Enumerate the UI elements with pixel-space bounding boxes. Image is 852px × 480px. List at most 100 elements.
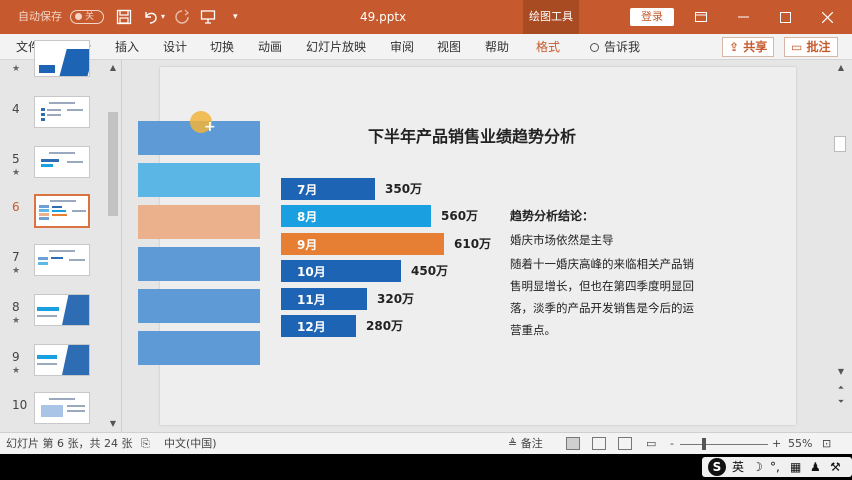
thumbnail-4[interactable]: 4: [0, 96, 106, 140]
bar-2[interactable]: 8月: [281, 205, 431, 227]
taskbar: S 英 ☽ °, ▦ ♟ ⚒: [0, 454, 852, 480]
zoom-out-button[interactable]: -: [670, 433, 674, 455]
bar-5[interactable]: 11月: [281, 288, 367, 310]
autosave-toggle[interactable]: 关: [70, 10, 104, 24]
thumbnail-image: [34, 392, 90, 424]
slide-canvas[interactable]: + 下半年产品销售业绩趋势分析 7月 350万 8月 560万 9月 610万 10月 450…: [138, 67, 796, 425]
scroll-up-arrow-icon[interactable]: ▲: [834, 62, 848, 74]
user-icon[interactable]: ♟: [810, 457, 821, 477]
present-from-start-icon[interactable]: [200, 0, 216, 34]
tell-me-label: 告诉我: [604, 40, 641, 54]
reading-view-icon[interactable]: [618, 437, 632, 450]
status-bar: 幻灯片 第 6 张，共 24 张 ⎘ 中文(中国) ≜ 备注 ▭ - + 55%…: [0, 432, 852, 454]
comment-icon: ▭: [791, 40, 807, 54]
bar-6[interactable]: 12月: [281, 315, 356, 337]
thumbnail-9[interactable]: 9 ★: [0, 344, 106, 388]
normal-view-icon[interactable]: [566, 437, 580, 450]
ime-logo-icon[interactable]: S: [708, 458, 726, 476]
undo-dropdown-icon[interactable]: ▾: [161, 0, 165, 34]
bar-value-label: 320万: [377, 292, 415, 306]
bar-month-label: 12月: [297, 320, 326, 334]
thumbnail-image: [34, 244, 90, 276]
login-button[interactable]: 登录: [630, 8, 674, 26]
undo-icon[interactable]: [142, 0, 160, 34]
punctuation-icon[interactable]: °,: [770, 457, 780, 477]
maximize-icon[interactable]: [770, 0, 800, 34]
tab-design[interactable]: 设计: [163, 34, 187, 60]
thumbnail-8[interactable]: 8 ★: [0, 294, 106, 338]
accessibility-icon[interactable]: ⎘: [141, 433, 150, 455]
thumbnail-partial[interactable]: ★: [0, 40, 106, 84]
bar-value-label: 350万: [385, 182, 423, 196]
thumbnail-5[interactable]: 5 ★: [0, 146, 106, 190]
notes-button[interactable]: ≜ 备注: [508, 433, 543, 455]
comments-label: 批注: [806, 40, 831, 54]
fit-to-window-icon[interactable]: ⊡: [822, 433, 831, 455]
tab-review[interactable]: 审阅: [390, 34, 414, 60]
slide-sorter-icon[interactable]: [592, 437, 606, 450]
conclusion-line: 婚庆市场依然是主导: [510, 233, 614, 247]
slideshow-icon[interactable]: ▭: [646, 433, 656, 455]
bar-month-label: 8月: [297, 210, 318, 224]
slide-thumbnails-panel: ★ 4 5 ★ 6 7 ★ 8 ★ 9 ★ 10 ▲ ▼: [0, 40, 122, 432]
thumbnail-10[interactable]: 10: [0, 392, 106, 436]
save-icon[interactable]: [116, 0, 132, 34]
comments-button[interactable]: ▭ 批注: [784, 37, 838, 57]
tab-animations[interactable]: 动画: [258, 34, 282, 60]
tools-icon[interactable]: ⚒: [830, 457, 841, 477]
tab-slideshow[interactable]: 幻灯片放映: [306, 34, 366, 60]
zoom-in-button[interactable]: +: [772, 433, 781, 455]
autosave-label: 自动保存: [18, 10, 62, 23]
conclusion-line: 售明显增长，但也在第四季度明显回: [510, 279, 694, 293]
thumbnail-image: [34, 294, 90, 326]
drawing-tools-tab[interactable]: 绘图工具: [523, 0, 579, 34]
zoom-slider-track[interactable]: [680, 444, 768, 445]
animation-star-icon: ★: [12, 266, 21, 276]
language-indicator[interactable]: 中文(中国): [164, 433, 217, 455]
tell-me-search[interactable]: 告诉我: [590, 34, 640, 60]
thumbnail-7[interactable]: 7 ★: [0, 244, 106, 288]
customize-qat-icon[interactable]: ▾: [233, 0, 238, 34]
scroll-down-arrow-icon[interactable]: ▼: [834, 366, 848, 378]
close-icon[interactable]: [812, 0, 842, 34]
previous-slide-icon[interactable]: ⏶: [834, 382, 848, 394]
tab-insert[interactable]: 插入: [115, 34, 139, 60]
bar-month-label: 7月: [297, 183, 318, 197]
ribbon-display-options-icon[interactable]: [686, 0, 716, 34]
next-slide-icon[interactable]: ⏷: [834, 396, 848, 408]
notes-icon: ≜: [508, 437, 521, 450]
keyboard-icon[interactable]: ▦: [790, 457, 801, 477]
decor-strip: [138, 247, 260, 281]
bar-4[interactable]: 10月: [281, 260, 401, 282]
minimize-icon[interactable]: [728, 0, 758, 34]
bar-1[interactable]: 7月: [281, 178, 375, 200]
slide-title[interactable]: 下半年产品销售业绩趋势分析: [342, 123, 602, 147]
moon-icon[interactable]: ☽: [752, 457, 763, 477]
thumbnail-image-selected: [34, 194, 90, 228]
tab-format[interactable]: 格式: [536, 34, 560, 60]
ime-toolbar[interactable]: S 英 ☽ °, ▦ ♟ ⚒: [702, 457, 852, 477]
redo-icon[interactable]: [174, 0, 190, 34]
zoom-slider-thumb[interactable]: [702, 438, 706, 450]
bar-3[interactable]: 9月: [281, 233, 444, 255]
bar-value-label: 560万: [441, 209, 479, 223]
conclusion-line: 营重点。: [510, 323, 556, 337]
scrollbar-thumb[interactable]: [834, 136, 846, 152]
decor-strip: [138, 331, 260, 365]
thumbnails-scrollbar[interactable]: ▲ ▼: [106, 60, 120, 432]
tab-help[interactable]: 帮助: [485, 34, 509, 60]
conclusion-title[interactable]: 趋势分析结论：: [510, 207, 594, 224]
editor-scrollbar[interactable]: ▲ ▼ ⏶ ⏷: [830, 60, 852, 432]
ime-mode[interactable]: 英: [732, 457, 744, 477]
thumbnail-6[interactable]: 6: [0, 194, 106, 238]
thumbnail-number: 4: [12, 102, 20, 116]
tab-view[interactable]: 视图: [437, 34, 461, 60]
share-button[interactable]: ⇪ 共享: [722, 37, 775, 57]
decor-strip: [138, 289, 260, 323]
scroll-down-arrow-icon[interactable]: ▼: [106, 418, 120, 430]
scrollbar-thumb[interactable]: [108, 112, 118, 216]
zoom-level[interactable]: 55%: [788, 433, 812, 455]
thumbnail-image: [34, 96, 90, 128]
scroll-up-arrow-icon[interactable]: ▲: [106, 62, 120, 74]
tab-transitions[interactable]: 切换: [210, 34, 234, 60]
